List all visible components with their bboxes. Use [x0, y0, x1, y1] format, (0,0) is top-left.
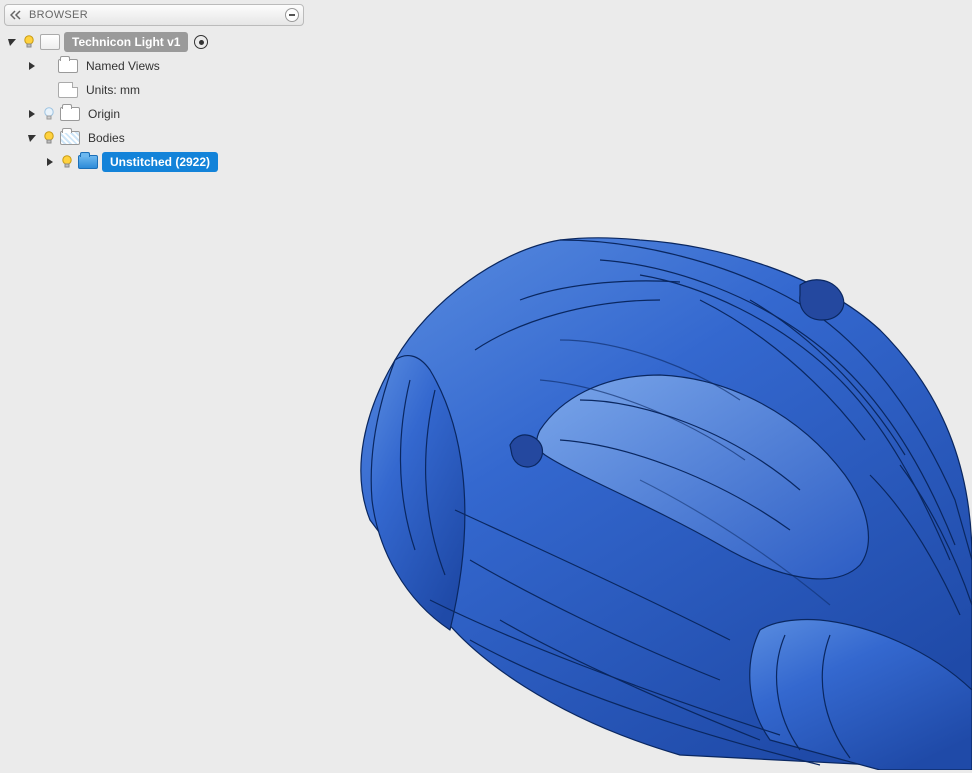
folder-icon: [60, 107, 80, 121]
expand-arrow-icon[interactable]: [26, 132, 38, 144]
item-label: Named Views: [82, 57, 164, 75]
minimize-icon[interactable]: [285, 8, 299, 22]
item-label: Unstitched (2922): [102, 152, 218, 172]
tree-item-origin[interactable]: Origin: [4, 102, 304, 126]
tree-item-units[interactable]: Units: mm: [4, 78, 304, 102]
tree-item-named-views[interactable]: Named Views: [4, 54, 304, 78]
lightbulb-icon[interactable]: [42, 131, 56, 145]
expand-arrow-icon[interactable]: [26, 60, 38, 72]
lightbulb-icon[interactable]: [22, 35, 36, 49]
document-icon: [58, 82, 78, 98]
item-label: Origin: [84, 105, 124, 123]
expand-arrow-icon[interactable]: [26, 108, 38, 120]
tree-item-bodies[interactable]: Bodies: [4, 126, 304, 150]
browser-tree: Technicon Light v1 Named Views Units: mm: [4, 30, 304, 174]
lightbulb-off-icon[interactable]: [42, 107, 56, 121]
expand-arrow-icon[interactable]: [44, 156, 56, 168]
activate-target-icon[interactable]: [194, 35, 208, 49]
tree-item-unstitched[interactable]: Unstitched (2922): [4, 150, 304, 174]
folder-hatched-icon: [60, 131, 80, 145]
tree-root-component[interactable]: Technicon Light v1: [4, 30, 304, 54]
folder-blue-icon: [78, 155, 98, 169]
browser-title: BROWSER: [29, 9, 279, 21]
component-icon: [40, 34, 60, 50]
collapse-double-arrow-icon[interactable]: [9, 8, 23, 22]
expand-arrow-icon[interactable]: [6, 36, 18, 48]
lightbulb-icon[interactable]: [60, 155, 74, 169]
folder-icon: [58, 59, 78, 73]
item-label: Units: mm: [82, 81, 144, 99]
browser-panel: BROWSER Technicon Light v1 Named Views: [4, 4, 304, 174]
item-label: Bodies: [84, 129, 129, 147]
root-label: Technicon Light v1: [64, 32, 188, 52]
browser-header[interactable]: BROWSER: [4, 4, 304, 26]
